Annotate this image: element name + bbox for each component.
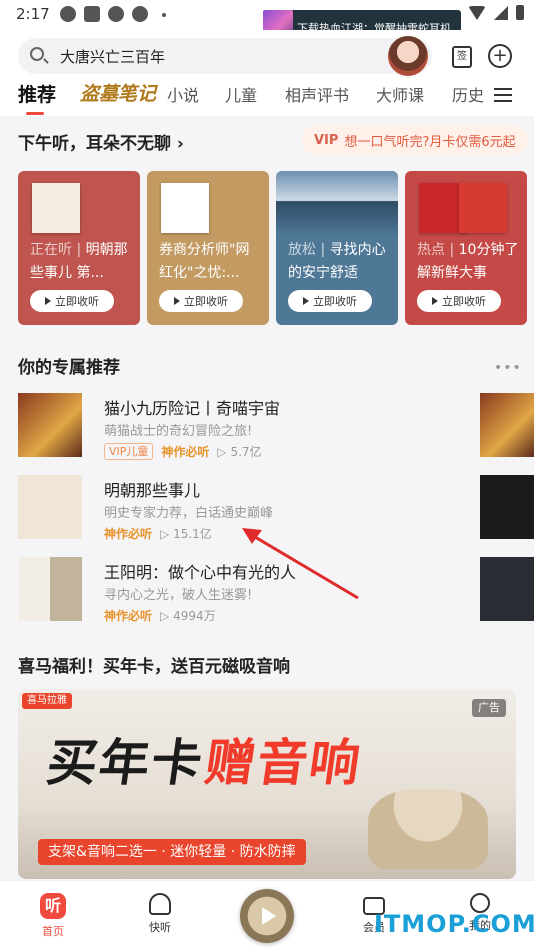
- card-art: [147, 171, 269, 237]
- card-text: 热点 | 10分钟了解新鲜大事: [417, 242, 519, 281]
- listen-now-button[interactable]: 立即收听: [288, 290, 372, 312]
- headphones-icon: [149, 893, 171, 915]
- home-listen-icon: 听: [40, 893, 66, 919]
- category-tabs: 推荐 盗墓笔记 小说 儿童 相声评书 大师课 历史: [0, 80, 534, 116]
- tab-crosstalk[interactable]: 相声评书: [285, 82, 349, 106]
- play-icon: [45, 297, 51, 305]
- nav-quick-listen[interactable]: 快听: [130, 893, 190, 935]
- ad-headline-accent: 赠音响: [201, 734, 366, 792]
- more-icon[interactable]: •••: [494, 360, 522, 376]
- nav-home[interactable]: 听 首页: [23, 893, 83, 939]
- play-icon: [174, 297, 180, 305]
- play-icon: [432, 297, 438, 305]
- brand-logo: 喜马拉雅: [22, 693, 72, 709]
- menu-icon[interactable]: [494, 88, 512, 102]
- item-title: 明朝那些事儿: [104, 481, 201, 500]
- must-listen-tag: 神作必听: [161, 445, 210, 459]
- item-meta: 神作必听 ▷ 15.1亿: [104, 525, 212, 542]
- listen-card[interactable]: 放松 | 寻找内心的安宁舒适 立即收听: [276, 171, 398, 325]
- listen-card[interactable]: 正在听 | 明朝那些事儿 第... 立即收听: [18, 171, 140, 325]
- play-icon: [303, 297, 309, 305]
- news-cover: [459, 183, 507, 233]
- wifi-icon: [468, 5, 486, 20]
- tab-master-class[interactable]: 大师课: [376, 82, 424, 106]
- search-avatar[interactable]: [388, 36, 428, 76]
- tab-history[interactable]: 历史: [452, 82, 484, 106]
- tab-children[interactable]: 儿童: [225, 82, 257, 106]
- listen-card[interactable]: 热点 | 10分钟了解新鲜大事 立即收听: [405, 171, 527, 325]
- card-art: [405, 171, 527, 237]
- more-notifications-dot-icon: [162, 13, 166, 17]
- item-subtitle: 寻内心之光，破人生迷雾!: [104, 588, 253, 603]
- listen-now-button[interactable]: 立即收听: [417, 290, 501, 312]
- add-button[interactable]: +: [488, 44, 512, 68]
- must-listen-tag: 神作必听: [104, 527, 153, 541]
- ad-headline: 买年卡: [43, 734, 208, 792]
- ad-tag[interactable]: 广告: [472, 699, 506, 717]
- must-listen-tag: 神作必听: [104, 609, 153, 623]
- app-notification-icon: [60, 6, 76, 22]
- signal-icon: [494, 5, 508, 20]
- side-cover[interactable]: [480, 557, 534, 621]
- battery-icon: [516, 5, 524, 20]
- ad-banner[interactable]: 喜马拉雅 广告 买年卡 赠音响 支架&音响二选一 · 迷你轻量 · 防水防摔: [18, 689, 516, 879]
- vip-promo-pill[interactable]: VIP 想一口气听完?月卡仅需6元起: [302, 125, 528, 155]
- card-text: 正在听 | 明朝那些事儿 第...: [30, 242, 128, 281]
- play-count: ▷ 4994万: [160, 609, 216, 623]
- now-playing-button[interactable]: [240, 889, 294, 943]
- watermark: ITMOP.COM: [374, 910, 534, 938]
- tab-daomu[interactable]: 盗墓笔记: [80, 79, 156, 106]
- play-count: ▷ 5.7亿: [217, 445, 262, 459]
- list-item[interactable]: 猫小九历险记丨奇喵宇宙 萌猫战士的奇幻冒险之旅! VIP儿童 神作必听 ▷ 5.…: [0, 393, 534, 463]
- listen-now-button[interactable]: 立即收听: [159, 290, 243, 312]
- book-cover: [18, 475, 82, 539]
- ad-subbanner: 支架&音响二选一 · 迷你轻量 · 防水防摔: [38, 839, 306, 865]
- side-cover[interactable]: [480, 393, 534, 457]
- item-subtitle: 萌猫战士的奇幻冒险之旅!: [104, 424, 253, 439]
- book-cover: [18, 393, 82, 457]
- app-notification-icon: [108, 6, 124, 22]
- vip-promo-text: 想一口气听完?月卡仅需6元起: [344, 134, 516, 150]
- search-bar[interactable]: 大唐兴亡三百年: [18, 36, 432, 76]
- search-icon: [30, 47, 44, 61]
- annotation-arrow-icon: [242, 528, 359, 600]
- listen-now-button[interactable]: 立即收听: [30, 290, 114, 312]
- item-meta: VIP儿童 神作必听 ▷ 5.7亿: [104, 443, 262, 460]
- play-icon: [262, 907, 276, 925]
- landscape-art: [276, 171, 398, 237]
- header: 大唐兴亡三百年 签 + 推荐 盗墓笔记 小说 儿童 相声评书 大师课 历史: [0, 30, 534, 116]
- tab-recommend[interactable]: 推荐: [18, 80, 56, 115]
- vip-tag: VIP儿童: [104, 443, 154, 460]
- afternoon-title[interactable]: 下午听，耳朵不无聊 ›: [18, 129, 184, 154]
- vip-label: VIP: [314, 132, 339, 148]
- portrait-cover: [161, 183, 209, 233]
- status-time: 2:17: [16, 5, 50, 23]
- listen-card[interactable]: 券商分析师"网红化"之忧:... 立即收听: [147, 171, 269, 325]
- tab-novel[interactable]: 小说: [167, 82, 199, 106]
- item-subtitle: 明史专家力荐，白话通史巅峰: [104, 506, 274, 521]
- item-title: 猫小九历险记丨奇喵宇宙: [104, 399, 281, 418]
- item-meta: 神作必听 ▷ 4994万: [104, 607, 216, 624]
- speaker-image: [368, 789, 488, 869]
- search-query[interactable]: 大唐兴亡三百年: [60, 46, 165, 67]
- sign-in-button[interactable]: 签: [452, 46, 472, 68]
- app-notification-icon: [132, 6, 148, 22]
- book-cover: [18, 557, 82, 621]
- square-notification-icon: [84, 6, 100, 22]
- card-text: 券商分析师"网红化"之忧:...: [159, 242, 250, 281]
- welfare-title: 喜马福利！买年卡，送百元磁吸音响: [18, 657, 290, 677]
- book-cover: [32, 183, 80, 233]
- play-count: ▷ 15.1亿: [160, 527, 212, 541]
- side-cover[interactable]: [480, 475, 534, 539]
- card-text: 放松 | 寻找内心的安宁舒适: [288, 242, 386, 281]
- card-art: [18, 171, 140, 237]
- recommend-title: 你的专属推荐: [18, 358, 120, 378]
